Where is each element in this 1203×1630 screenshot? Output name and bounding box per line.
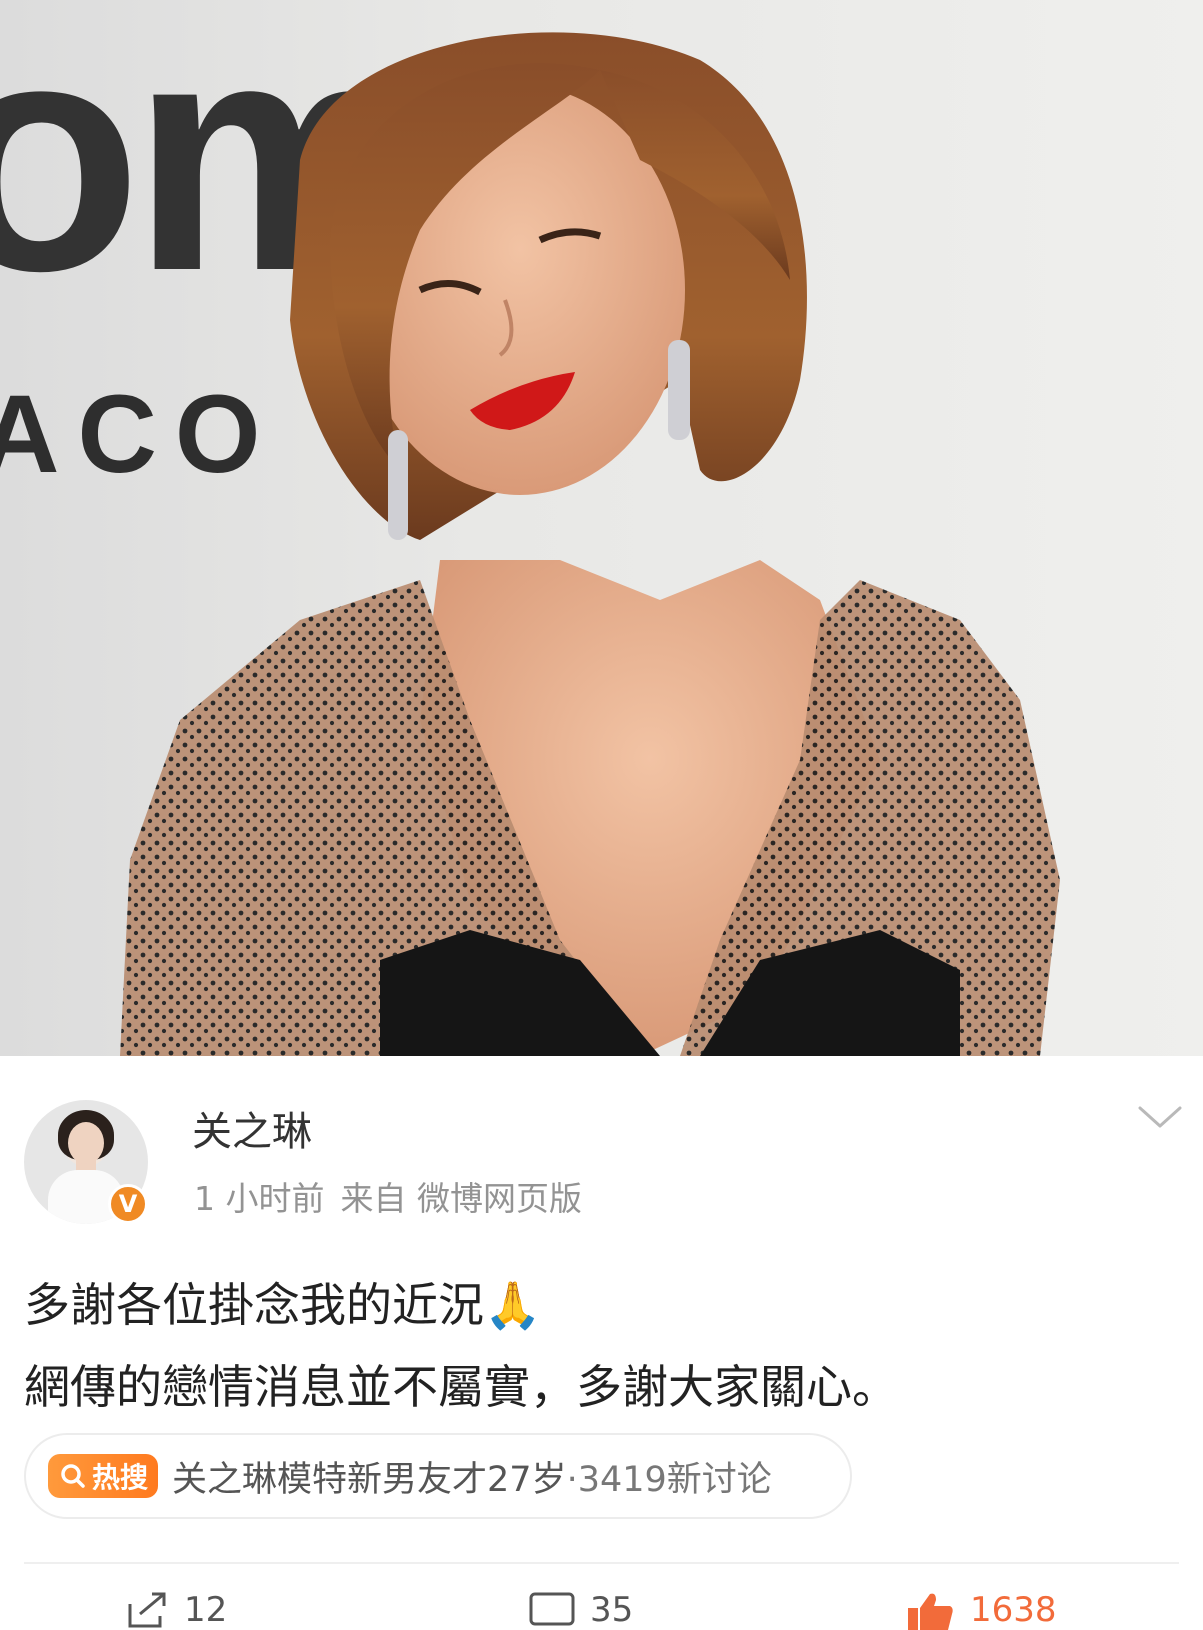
post-image[interactable]: om ACO: [0, 0, 1203, 1056]
post-time: 1 小时前: [194, 1179, 325, 1218]
verified-badge-icon: V: [108, 1184, 148, 1224]
post-content-line: 網傳的戀情消息並不屬實，多謝大家關心。: [24, 1360, 898, 1414]
comment-count: 35: [590, 1590, 634, 1630]
like-button[interactable]: 1638: [904, 1590, 1057, 1630]
hot-search-link[interactable]: 热搜 关之琳模特新男友才27岁 ·3419新讨论: [24, 1433, 852, 1519]
hot-search-topic: 关之琳模特新男友才27岁: [172, 1459, 567, 1500]
post-content: 多謝各位掛念我的近況🙏 網傳的戀情消息並不屬實，多謝大家關心。: [24, 1264, 1174, 1428]
like-count: 1638: [970, 1590, 1057, 1630]
post-content-line: 多謝各位掛念我的近況🙏: [24, 1278, 542, 1332]
portrait-illustration: [120, 32, 1060, 1056]
post-meta: 1 小时前 来自 微博网页版: [194, 1178, 598, 1220]
thumbs-up-icon: [908, 1593, 953, 1630]
comment-button[interactable]: 35: [528, 1590, 633, 1630]
hot-search-tag: 热搜: [48, 1454, 159, 1498]
hot-search-count: ·3419新讨论: [566, 1459, 772, 1500]
divider: [24, 1562, 1179, 1564]
hot-search-tag-label: 热搜: [92, 1461, 149, 1494]
post-source: 来自 微博网页版: [340, 1179, 583, 1218]
username[interactable]: 关之琳: [192, 1108, 312, 1156]
avatar-face: [68, 1122, 104, 1164]
search-icon: [61, 1464, 85, 1488]
chevron-down-icon[interactable]: [1136, 1102, 1184, 1132]
share-icon: [128, 1592, 166, 1628]
comment-icon: [529, 1592, 575, 1626]
share-count: 12: [184, 1590, 228, 1630]
share-button[interactable]: 12: [126, 1590, 227, 1630]
